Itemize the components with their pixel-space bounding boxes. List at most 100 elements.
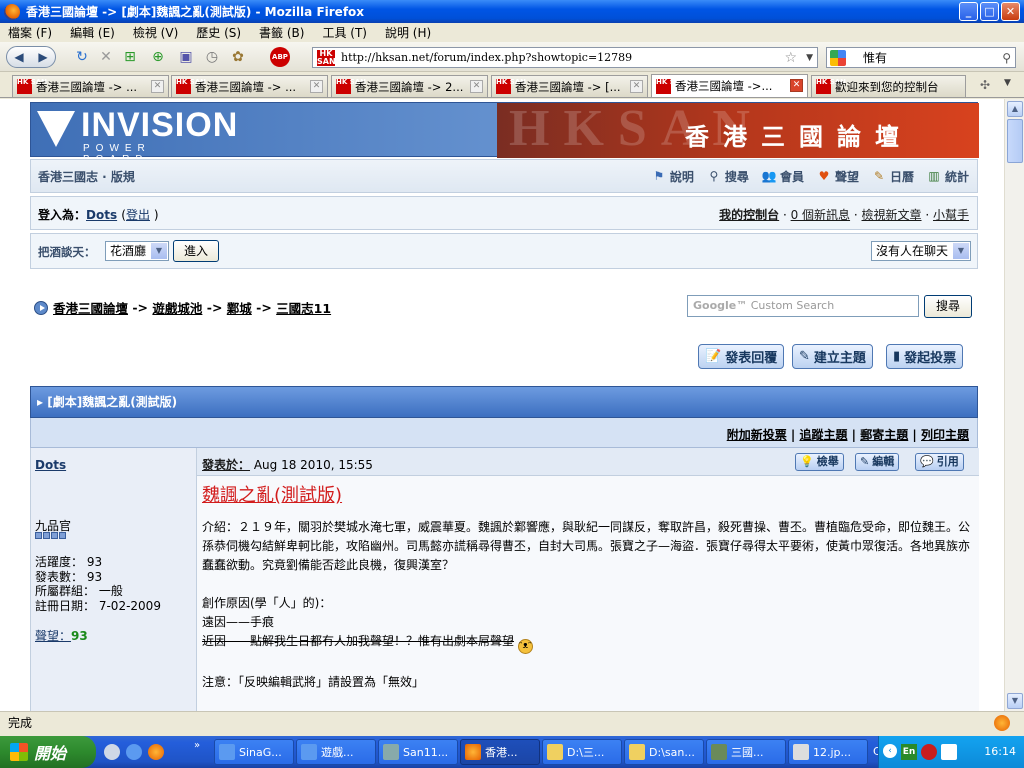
google-search-button[interactable]: 搜尋: [924, 295, 972, 318]
menu-help[interactable]: 說明 (H): [385, 24, 431, 41]
report-button[interactable]: 💡 檢舉: [795, 453, 844, 471]
scroll-down-icon[interactable]: ▼: [1007, 693, 1023, 709]
tab-6[interactable]: HK SAN 歡迎來到您的控制台: [811, 75, 966, 97]
scroll-up-icon[interactable]: ▲: [1007, 101, 1023, 117]
reload-icon[interactable]: ↻: [72, 47, 92, 67]
url-text[interactable]: http://hksan.net/forum/index.php?showtop…: [341, 51, 632, 64]
menu-file[interactable]: 檔案 (F): [8, 24, 52, 41]
close-button[interactable]: ✕: [1001, 2, 1020, 21]
browser-search-box[interactable]: 惟有 ⚲: [826, 47, 1016, 68]
track-topic-link[interactable]: 追蹤主題: [799, 428, 847, 442]
google-engine-icon[interactable]: [830, 50, 846, 66]
taskbar-item[interactable]: D:\san...: [624, 739, 704, 765]
post-author-link[interactable]: Dots: [35, 458, 66, 472]
menu-tools[interactable]: 工具 (T): [322, 24, 367, 41]
window-titlebar[interactable]: 香港三國論壇 -> [劇本]魏諷之亂(測試版) - Mozilla Firefo…: [0, 0, 1024, 23]
print-topic-link[interactable]: 列印主題: [921, 428, 969, 442]
menu-history[interactable]: 歷史 (S): [196, 24, 241, 41]
bookmark-star-icon[interactable]: ☆: [784, 50, 797, 66]
scroll-thumb[interactable]: [1007, 119, 1023, 163]
new-poll-button[interactable]: ▮ 發起投票: [886, 344, 964, 369]
nav-help[interactable]: ⚑ 說明: [651, 168, 694, 185]
nav-members[interactable]: 👥 會員: [761, 168, 804, 185]
taskbar-item[interactable]: D:\三...: [542, 739, 622, 765]
logout-link[interactable]: 登出: [126, 208, 150, 222]
tab-3[interactable]: HK SAN 香港三國論壇 -> 2... ✕: [331, 75, 488, 97]
view-new-posts-link[interactable]: 檢視新文章: [862, 208, 922, 222]
tab-close-icon[interactable]: ✕: [151, 80, 164, 93]
new-tab-icon[interactable]: ✣: [980, 78, 990, 92]
tab-5-active[interactable]: HK SAN 香港三國論壇 ->... ✕: [651, 74, 808, 97]
status-firefox-icon[interactable]: [994, 715, 1010, 731]
back-button-icon[interactable]: ◀: [7, 47, 31, 67]
assistant-link[interactable]: 小幫手: [933, 208, 969, 222]
taskbar-item[interactable]: 12.jp...: [788, 739, 868, 765]
my-controls-link[interactable]: 我的控制台: [719, 208, 779, 222]
url-dropdown-icon[interactable]: ▼: [806, 53, 813, 63]
bookmarks-icon[interactable]: ▣: [176, 47, 196, 67]
edit-button[interactable]: ✎ 編輯: [855, 453, 900, 471]
tab-close-icon[interactable]: ✕: [630, 80, 643, 93]
add-poll-link[interactable]: 附加新投票: [727, 428, 787, 442]
volume-icon[interactable]: [941, 744, 957, 760]
greasemonkey-icon[interactable]: ✿: [228, 47, 248, 67]
chat-status-select[interactable]: 沒有人在聊天 ▼: [871, 241, 971, 261]
taskbar-item[interactable]: 三國...: [706, 739, 786, 765]
vertical-scrollbar[interactable]: ▲ ▼: [1004, 99, 1024, 711]
taskbar-item[interactable]: 遊戲...: [296, 739, 376, 765]
minimize-button[interactable]: _: [959, 2, 978, 21]
menu-view[interactable]: 檢視 (V): [133, 24, 178, 41]
quicklaunch-firefox-icon[interactable]: [148, 744, 164, 760]
tray-collapse-icon[interactable]: ‹: [883, 744, 897, 758]
tab-close-icon[interactable]: ✕: [310, 80, 323, 93]
maximize-button[interactable]: □: [980, 2, 999, 21]
tab-list-icon[interactable]: ▼: [1004, 78, 1011, 88]
quicklaunch-ie-icon[interactable]: [126, 744, 142, 760]
breadcrumb-item[interactable]: 遊戲城池: [152, 298, 202, 317]
url-bar[interactable]: HK SAN http://hksan.net/forum/index.php?…: [312, 47, 818, 68]
username-link[interactable]: Dots: [86, 208, 117, 222]
taskbar-item[interactable]: SinaG...: [214, 739, 294, 765]
tab-4[interactable]: HK SAN 香港三國論壇 -> [... ✕: [491, 75, 648, 97]
tab-close-icon[interactable]: ✕: [470, 80, 483, 93]
taskbar-item[interactable]: San11...: [378, 739, 458, 765]
taskbar-item-active[interactable]: 香港...: [460, 739, 540, 765]
nav-calendar[interactable]: ✎ 日曆: [871, 168, 914, 185]
tab-2[interactable]: HK SAN 香港三國論壇 -> ... ✕: [171, 75, 328, 97]
history-icon[interactable]: ◷: [202, 47, 222, 67]
stop-icon[interactable]: ✕: [96, 47, 116, 67]
chat-room-select[interactable]: 花酒廳 ▼: [105, 241, 169, 261]
acrobat-icon[interactable]: [921, 744, 937, 760]
quote-button[interactable]: 💬 引用: [915, 453, 964, 471]
clock[interactable]: 16:14: [984, 745, 1016, 758]
chat-enter-button[interactable]: 進入: [173, 240, 219, 262]
google-custom-search-input[interactable]: Google™ Custom Search: [687, 295, 919, 317]
nav-reputation[interactable]: ♥ 聲望: [816, 168, 859, 185]
new-topic-button[interactable]: ✎ 建立主題: [792, 344, 873, 369]
breadcrumb-item[interactable]: 香港三國論壇: [53, 298, 128, 317]
start-button[interactable]: 開始: [0, 736, 96, 768]
search-icon[interactable]: ⚲: [1002, 51, 1011, 65]
reputation-link[interactable]: 聲望：: [35, 629, 71, 643]
browser-search-value[interactable]: 惟有: [863, 49, 887, 66]
email-topic-link[interactable]: 郵寄主題: [860, 428, 908, 442]
tab-1[interactable]: HK SAN 香港三國論壇 -> ... ✕: [12, 75, 169, 97]
quicklaunch-browser-icon[interactable]: [104, 744, 120, 760]
reply-button[interactable]: 📝 發表回覆: [698, 344, 785, 369]
quicklaunch-more-icon[interactable]: »: [194, 740, 200, 751]
forward-button-icon[interactable]: ▶: [31, 47, 55, 67]
site-name-link[interactable]: 香港三國志 · 版規: [38, 168, 135, 185]
menu-bookmarks[interactable]: 書籤 (B): [259, 24, 304, 41]
new-messages-link[interactable]: 0 個新訊息: [791, 208, 850, 222]
breadcrumb-item[interactable]: 三國志11: [276, 298, 331, 317]
rank-pips: [35, 532, 66, 539]
input-method-icon[interactable]: En: [901, 744, 917, 760]
adblock-icon[interactable]: ABP: [270, 47, 290, 67]
nav-search[interactable]: ⚲ 搜尋: [706, 168, 749, 185]
addon-icon[interactable]: ⊕: [148, 47, 168, 67]
breadcrumb-item[interactable]: 鄴城: [227, 298, 252, 317]
add-bookmark-icon[interactable]: ⊞: [120, 47, 140, 67]
menu-edit[interactable]: 編輯 (E): [70, 24, 115, 41]
tab-close-icon[interactable]: ✕: [790, 79, 803, 92]
nav-stats[interactable]: ▥ 統計: [926, 168, 969, 185]
